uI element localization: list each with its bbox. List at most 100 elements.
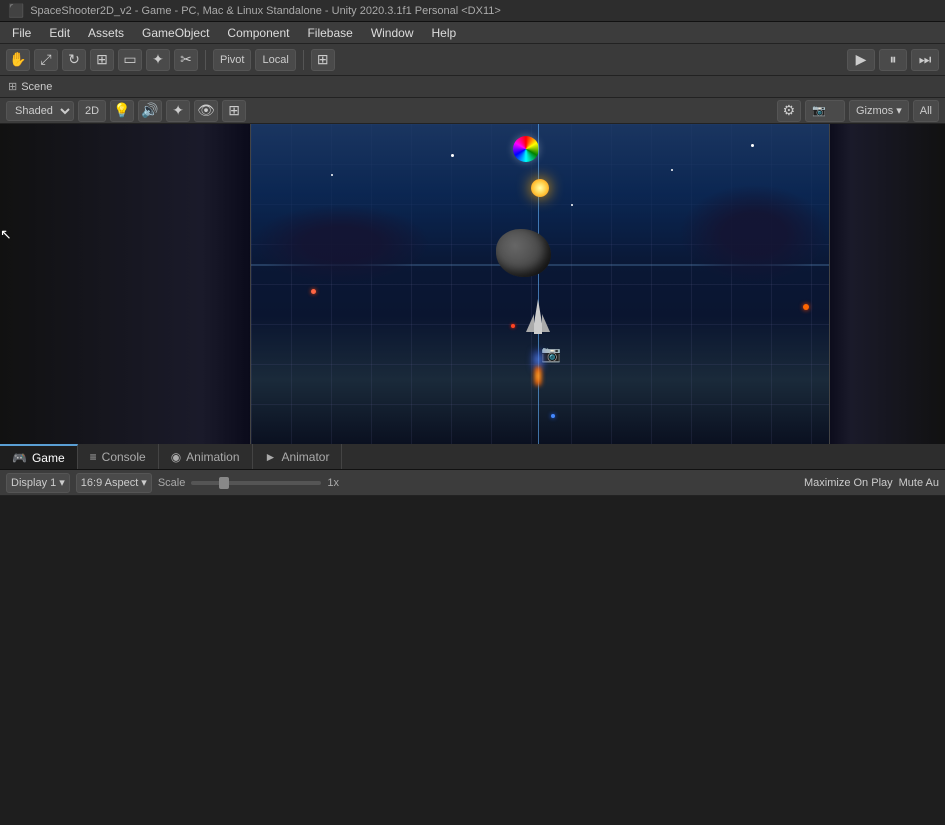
scene-right-dark [827,124,945,444]
tab-game[interactable]: 🎮 Game [0,444,78,469]
play-button[interactable]: ▶ [847,49,875,71]
spaceship-scene [526,299,550,344]
tab-game-label: Game [32,451,65,465]
tab-console[interactable]: ≡ Console [78,444,159,469]
separator-1 [205,50,206,70]
shaded-select[interactable]: Shaded [6,101,74,121]
menu-filebase[interactable]: Filebase [299,24,360,42]
gizmos-arrow: ▾ [896,104,902,117]
scale-value: 1x [327,477,339,489]
mute-button[interactable]: Mute Au [899,477,939,489]
move-tool[interactable]: ⤢ [34,49,58,71]
aspect-arrow: ▾ [141,476,147,489]
tab-animator[interactable]: ► Animator [253,444,343,469]
scene-star [671,169,673,171]
scene-left-dark [0,124,252,444]
display-arrow: ▾ [59,476,65,489]
scene-game-area: 📷 [250,124,830,444]
tab-animator-label: Animator [281,450,329,464]
light-icon[interactable]: 💡 [110,100,134,122]
gizmos-label: Gizmos [856,105,893,117]
all-button[interactable]: All [913,100,939,122]
guide-vertical [538,124,539,444]
menu-component[interactable]: Component [219,24,297,42]
grid-icon[interactable]: ⊞ [222,100,246,122]
camera-select[interactable]: 📷 [805,100,845,122]
step-button[interactable]: ⏭ [911,49,939,71]
transform-tool[interactable]: ✦ [146,49,170,71]
scale-text: Scale [158,477,186,489]
scale-slider[interactable] [191,481,321,485]
tab-animator-icon: ► [265,450,277,464]
scene-tabbar: ⊞ Scene [0,76,945,98]
title-bar: ⬛ SpaceShooter2D_v2 - Game - PC, Mac & L… [0,0,945,22]
menu-gameobject[interactable]: GameObject [134,24,217,42]
thruster-orange [534,366,542,386]
scene-icon: ⊞ [8,80,17,93]
scene-star [571,204,573,206]
scene-canvas: 📷 ↖ [0,124,945,444]
cloud-right [679,184,829,284]
scene-star [331,174,333,176]
tab-game-icon: 🎮 [12,451,27,465]
title-text: SpaceShooter2D_v2 - Game - PC, Mac & Lin… [30,5,501,17]
menu-file[interactable]: File [4,24,39,42]
cloud-left [251,204,431,284]
pivot-button[interactable]: Pivot [213,49,251,71]
tab-panel: 🎮 Game ≡ Console ◉ Animation ► Animator [0,444,945,470]
audio-icon[interactable]: 🔊 [138,100,162,122]
main-toolbar: ✋ ⤢ ↻ ⊞ ▭ ✦ ✂ Pivot Local ⊞ ▶ ⏸ ⏭ [0,44,945,76]
aspect-select[interactable]: 16:9 Aspect ▾ [76,473,152,493]
tab-animation-label: Animation [186,450,239,464]
layers-button[interactable]: ⊞ [311,49,335,71]
scene-view: 📷 ↖ [0,124,945,444]
particle [803,304,809,310]
2d-label: 2D [85,105,99,117]
maximize-button[interactable]: Maximize On Play [804,477,893,489]
play-controls: ▶ ⏸ ⏭ [847,49,939,71]
rect-tool[interactable]: ▭ [118,49,142,71]
unity-logo [513,136,539,162]
settings-icon[interactable]: ⚙ [777,100,801,122]
tab-animation[interactable]: ◉ Animation [159,444,253,469]
custom-tool[interactable]: ✂ [174,49,198,71]
hand-tool[interactable]: ✋ [6,49,30,71]
scene-toolbar: Shaded 2D 💡 🔊 ✦ 👁 ⊞ ⚙ 📷 Gizmos ▾ All [0,98,945,124]
menu-edit[interactable]: Edit [41,24,78,42]
all-label: All [920,105,932,117]
scene-star [751,144,754,147]
effects-icon[interactable]: ✦ [166,100,190,122]
display-select[interactable]: Display 1 ▾ [6,473,70,493]
separator-2 [303,50,304,70]
visibility-icon[interactable]: 👁 [194,100,218,122]
maximize-label: Maximize On Play [804,477,893,489]
display-label: Display 1 [11,477,56,489]
2d-button[interactable]: 2D [78,100,106,122]
pivot-label: Pivot [220,54,244,66]
menu-window[interactable]: Window [363,24,422,42]
scale-thumb [219,477,229,489]
local-label: Local [262,54,288,66]
tab-console-icon: ≡ [90,450,97,464]
gizmos-button[interactable]: Gizmos ▾ [849,100,909,122]
particle [511,324,515,328]
scale-tool[interactable]: ⊞ [90,49,114,71]
asteroid-scene [496,229,551,277]
mute-label: Mute Au [899,477,939,489]
pause-button[interactable]: ⏸ [879,49,907,71]
sun-object [531,179,549,197]
tab-animation-icon: ◉ [171,450,181,464]
particle [311,289,316,294]
menu-assets[interactable]: Assets [80,24,132,42]
unity-icon: ⬛ [8,3,24,19]
aspect-label: 16:9 Aspect [81,477,139,489]
particle [551,414,555,418]
scene-star [451,154,454,157]
local-button[interactable]: Local [255,49,295,71]
menu-bar: File Edit Assets GameObject Component Fi… [0,22,945,44]
rotate-tool[interactable]: ↻ [62,49,86,71]
scene-tab-label: Scene [21,81,52,93]
tab-console-label: Console [102,450,146,464]
game-toolbar: Display 1 ▾ 16:9 Aspect ▾ Scale 1x Maxim… [0,470,945,496]
menu-help[interactable]: Help [424,24,465,42]
